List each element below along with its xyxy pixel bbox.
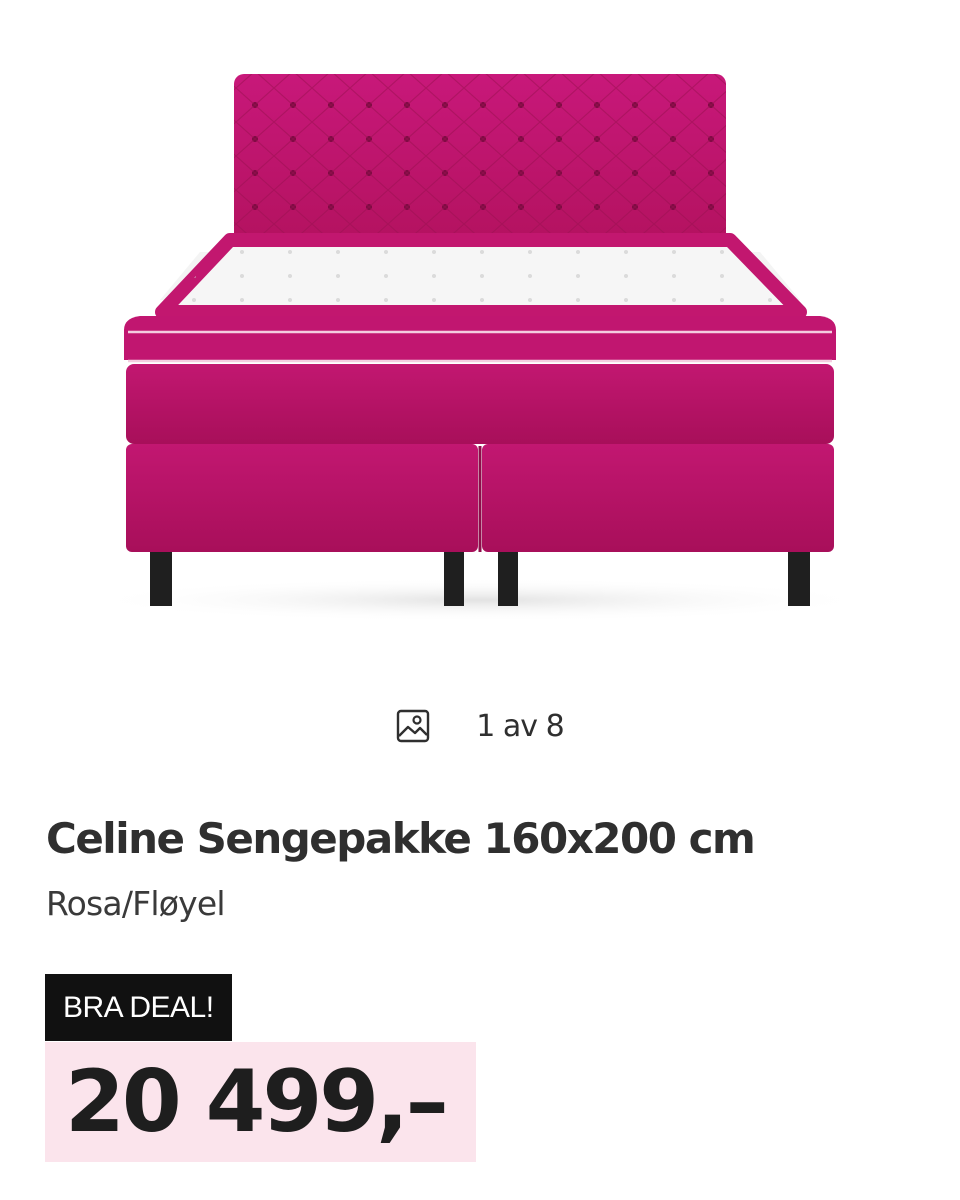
product-variant: Rosa/Fløyel bbox=[46, 884, 226, 923]
image-counter-text: 1 av 8 bbox=[476, 708, 564, 744]
price: 20 499,– bbox=[65, 1052, 449, 1152]
bed-image bbox=[80, 74, 880, 622]
image-icon bbox=[397, 709, 430, 743]
product-title: Celine Sengepakke 160x200 cm bbox=[46, 814, 756, 863]
price-box: 20 499,– bbox=[45, 1042, 476, 1162]
product-image[interactable] bbox=[0, 0, 960, 660]
gallery-counter[interactable]: 1 av 8 bbox=[0, 700, 960, 752]
deal-badge: BRA DEAL! bbox=[45, 974, 232, 1041]
